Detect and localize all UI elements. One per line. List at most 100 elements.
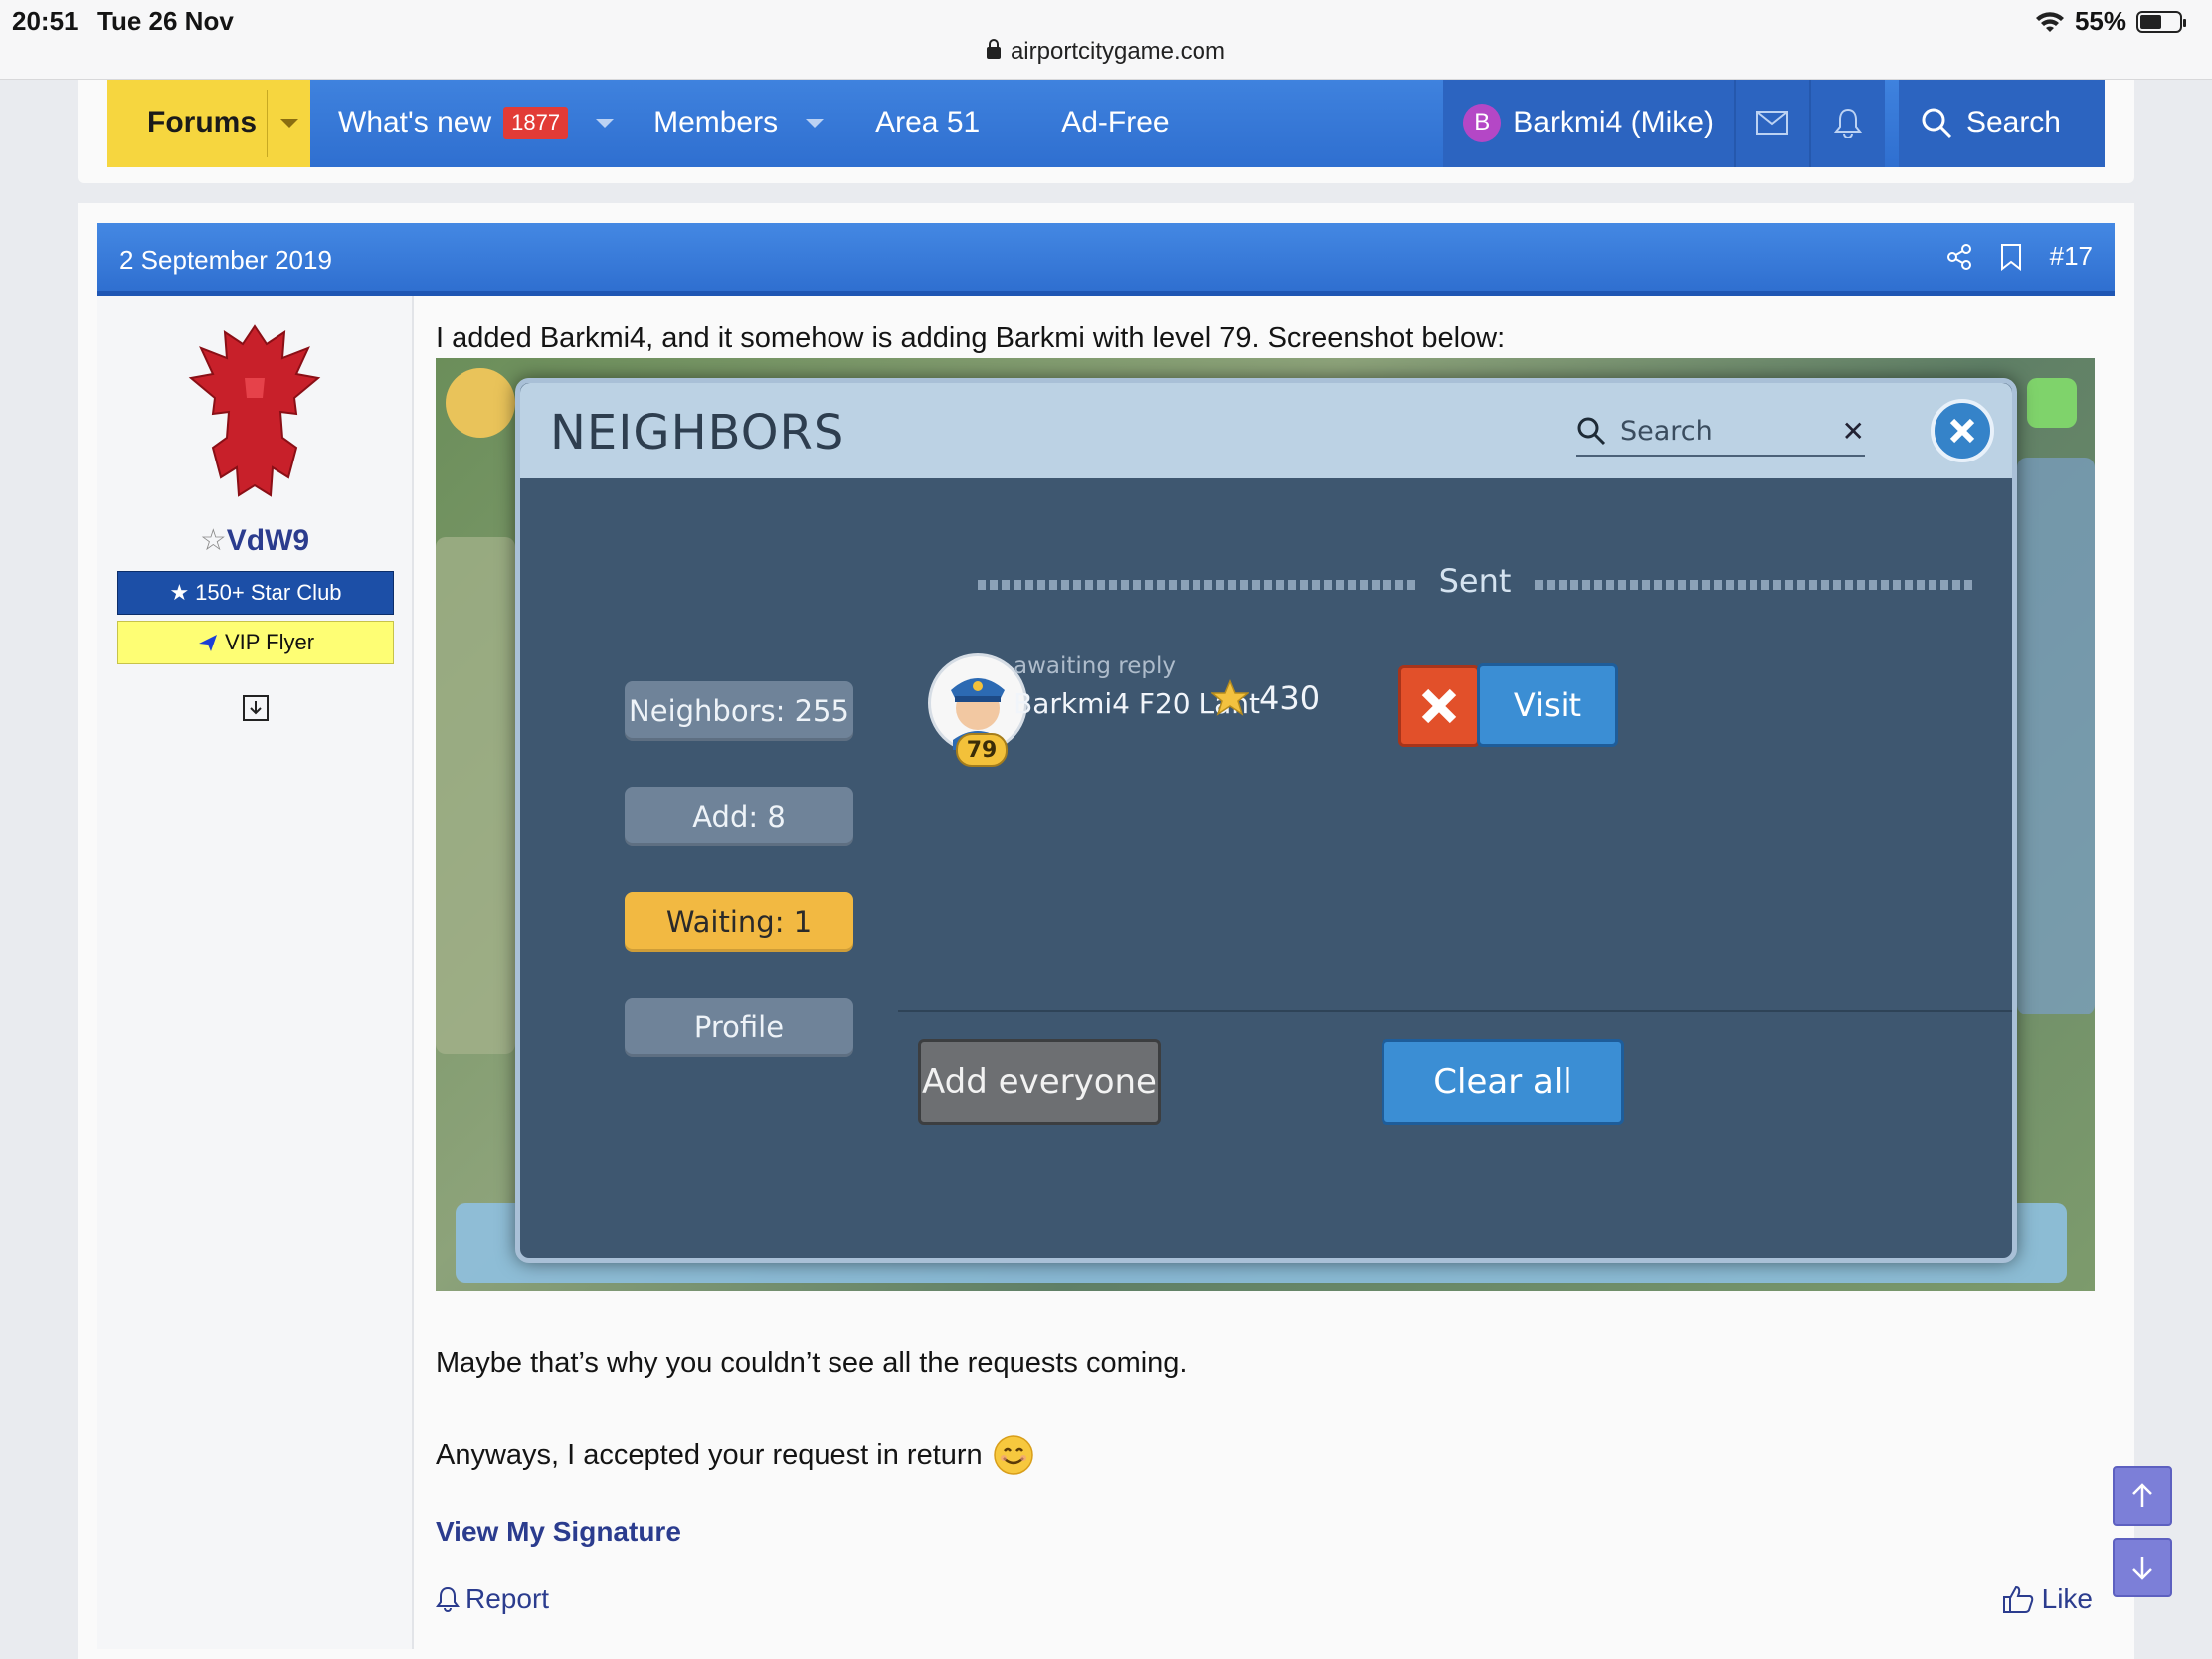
search-icon: [1922, 108, 1951, 139]
tab-neighbors[interactable]: Neighbors: 255: [625, 681, 853, 741]
search-icon: [1577, 417, 1606, 446]
nav-forums[interactable]: Forums: [107, 80, 310, 167]
lock-icon: [986, 39, 1001, 59]
nav-area51[interactable]: Area 51: [875, 80, 980, 167]
post-number[interactable]: #17: [2050, 241, 2093, 272]
star-icon: ☆: [199, 524, 227, 557]
game-bg-right-icons: [2017, 458, 2095, 1014]
report-label: Report: [465, 1583, 550, 1614]
dialog-title: NEIGHBORS: [550, 405, 845, 461]
status-bar: 20:51 Tue 26 Nov 55% airportcitygame.com: [0, 0, 2212, 80]
star-icon: ★: [169, 580, 190, 605]
forums-dropdown-toggle[interactable]: [267, 90, 310, 157]
status-date: Tue 26 Nov: [97, 6, 234, 36]
status-time: 20:51: [12, 6, 79, 36]
bell-icon: [1833, 108, 1862, 138]
add-everyone-button[interactable]: Add everyone: [918, 1039, 1161, 1125]
tab-waiting[interactable]: Waiting: 1: [625, 892, 853, 952]
game-bg-level-badge: [446, 368, 515, 438]
banner-yellow-label: VIP Flyer: [224, 630, 315, 654]
thumbs-up-icon: [2002, 1585, 2033, 1613]
nav-whats-new-label: What's new: [338, 106, 492, 139]
devil-logo-avatar[interactable]: [185, 318, 324, 507]
neighbor-status: awaiting reply: [1014, 653, 1176, 679]
chevron-down-icon[interactable]: [596, 118, 615, 128]
search-label: Search: [1965, 106, 2061, 139]
expand-arrow-icon[interactable]: [242, 694, 270, 722]
dialog-divider: [898, 1010, 2012, 1012]
url-bar[interactable]: airportcitygame.com: [0, 38, 2212, 66]
nav-user-name: Barkmi4 (Mike): [1513, 106, 1714, 139]
nav-area51-label: Area 51: [875, 106, 981, 139]
banner-blue-label: 150+ Star Club: [195, 580, 342, 605]
report-link[interactable]: Report: [436, 1583, 549, 1615]
scroll-to-bottom-button[interactable]: [2113, 1538, 2172, 1597]
post-text-intro: I added Barkmi4, and it somehow is addin…: [436, 322, 1506, 354]
author-column: ☆VdW9 ★ 150+ Star Club VIP Flyer: [97, 296, 414, 1649]
author-name: VdW9: [226, 524, 310, 557]
post-tools: #17: [1946, 241, 2093, 272]
smiley-emoji-icon: [993, 1435, 1033, 1475]
nav-adfree[interactable]: Ad-Free: [1061, 80, 1169, 167]
whats-new-badge: 1877: [503, 107, 569, 139]
nav-adfree-label: Ad-Free: [1061, 106, 1170, 139]
main-nav: Forums What's new 1877 Members Area 51 A…: [107, 80, 2105, 167]
neighbor-stars: 430: [1211, 679, 1320, 717]
post-date[interactable]: 2 September 2019: [119, 245, 332, 276]
nav-user-menu[interactable]: B Barkmi4 (Mike): [1443, 80, 1734, 167]
clear-all-button[interactable]: Clear all: [1382, 1039, 1624, 1125]
tab-profile[interactable]: Profile: [625, 998, 853, 1057]
plane-icon: [198, 635, 217, 651]
game-bg-left-buildings: [436, 537, 515, 1054]
post-text-para2-row: Anyways, I accepted your request in retu…: [436, 1434, 1034, 1476]
alerts-button[interactable]: [1808, 80, 1885, 167]
like-label: Like: [2041, 1583, 2093, 1614]
nav-account-area: B Barkmi4 (Mike) Search: [1443, 80, 2105, 167]
user-banner-star-club: ★ 150+ Star Club: [117, 571, 394, 615]
author-username[interactable]: ☆VdW9: [97, 523, 412, 558]
dialog-close-button[interactable]: [1931, 399, 1994, 462]
section-divider-right: [1535, 580, 1972, 590]
neighbor-stars-value: 430: [1259, 679, 1321, 717]
chevron-down-icon: [279, 118, 298, 128]
post-header: 2 September 2019 #17: [97, 223, 2115, 296]
clear-search-icon[interactable]: ✕: [1842, 415, 1865, 448]
search-button[interactable]: Search: [1898, 80, 2105, 167]
section-header-sent: Sent: [978, 562, 1972, 602]
post-text-para1: Maybe that’s why you couldn’t see all th…: [436, 1347, 1188, 1379]
post-image-screenshot[interactable]: NEIGHBORS Search ✕ Sent Neighbors: 255 A…: [436, 358, 2095, 1291]
game-bg-plus-button: [2027, 378, 2077, 428]
nav-whats-new[interactable]: What's new 1877: [338, 80, 615, 167]
nav-members[interactable]: Members: [653, 80, 825, 167]
chevron-down-icon[interactable]: [806, 118, 825, 128]
dialog-search-placeholder: Search: [1620, 415, 1713, 447]
visit-button[interactable]: Visit: [1477, 663, 1618, 747]
like-button[interactable]: Like: [2002, 1583, 2093, 1615]
arrow-up-icon: [2132, 1483, 2152, 1507]
nav-forums-label: Forums: [147, 106, 258, 139]
share-icon[interactable]: [1946, 243, 1972, 270]
inbox-button[interactable]: [1733, 80, 1809, 167]
remove-neighbor-button[interactable]: [1398, 665, 1480, 747]
close-icon: [1949, 418, 1975, 444]
battery-percent: 55%: [2074, 6, 2126, 36]
bookmark-icon[interactable]: [2000, 243, 2022, 271]
view-signature-link[interactable]: View My Signature: [436, 1516, 681, 1548]
user-banner-vip: VIP Flyer: [117, 621, 394, 664]
post-text-para2: Anyways, I accepted your request in retu…: [436, 1438, 983, 1471]
neighbor-level-badge: 79: [956, 733, 1008, 767]
close-icon: [1421, 688, 1457, 724]
neighbors-dialog: NEIGHBORS Search ✕ Sent Neighbors: 255 A…: [515, 378, 2017, 1263]
bell-icon: [436, 1586, 460, 1612]
battery-icon: [2136, 10, 2186, 33]
dialog-search-field[interactable]: Search ✕: [1576, 407, 1865, 457]
status-indicators: 55%: [2035, 6, 2186, 37]
avatar: B: [1463, 104, 1502, 142]
nav-members-label: Members: [653, 106, 779, 139]
tab-add[interactable]: Add: 8: [625, 787, 853, 846]
scroll-to-top-button[interactable]: [2113, 1466, 2172, 1526]
envelope-icon: [1755, 111, 1788, 135]
wifi-icon: [2035, 11, 2064, 32]
arrow-down-icon: [2132, 1557, 2152, 1580]
star-icon: [1211, 679, 1249, 716]
